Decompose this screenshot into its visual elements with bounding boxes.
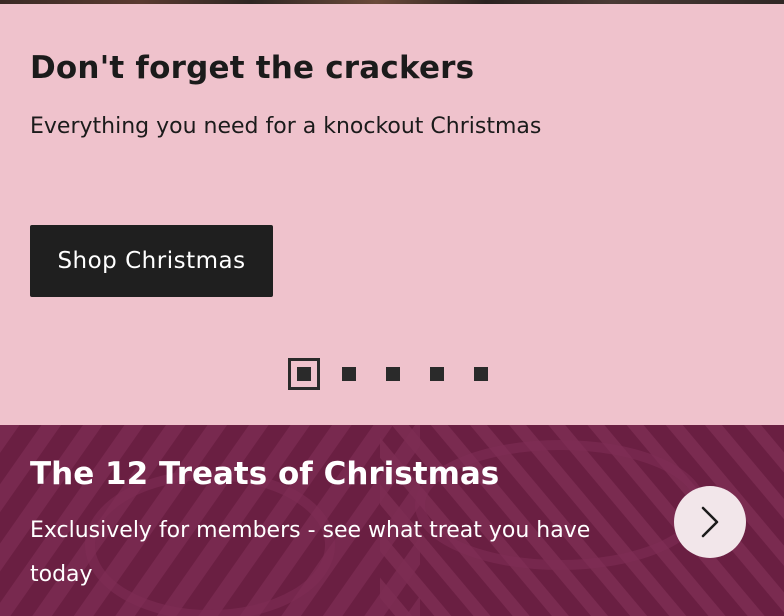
page: Don't forget the crackers Everything you… bbox=[0, 0, 784, 616]
carousel-dot-5[interactable] bbox=[474, 367, 488, 381]
carousel-pagination bbox=[288, 358, 488, 390]
promo-section: Don't forget the crackers Everything you… bbox=[0, 4, 784, 425]
carousel-dot-4[interactable] bbox=[430, 367, 444, 381]
carousel-dot-2[interactable] bbox=[342, 367, 356, 381]
shop-christmas-button[interactable]: Shop Christmas bbox=[30, 225, 273, 297]
carousel-dot-3[interactable] bbox=[386, 367, 400, 381]
members-title: The 12 Treats of Christmas bbox=[30, 456, 500, 492]
carousel-dot-1-active[interactable] bbox=[288, 358, 320, 390]
promo-subtitle: Everything you need for a knockout Chris… bbox=[30, 114, 542, 139]
carousel-dot-fill bbox=[297, 367, 311, 381]
members-banner[interactable]: The 12 Treats of Christmas Exclusively f… bbox=[0, 425, 784, 616]
members-description: Exclusively for members - see what treat… bbox=[30, 518, 591, 587]
chevron-right-icon bbox=[701, 506, 719, 538]
promo-title: Don't forget the crackers bbox=[30, 50, 475, 86]
members-next-button[interactable] bbox=[674, 486, 746, 558]
